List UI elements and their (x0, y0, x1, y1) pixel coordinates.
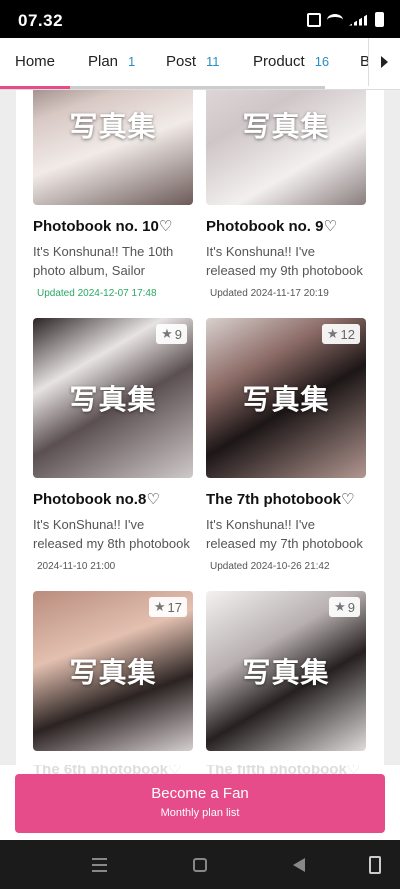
product-grid: 写真集 Photobook no. 10♡ It's Konshuna!! Th… (16, 90, 384, 765)
product-thumbnail[interactable]: 写真集 ★ 9 (33, 318, 193, 478)
cta-main-label: Become a Fan (151, 785, 249, 802)
product-description: It's KonShuna!! I've released my 8th pho… (33, 517, 190, 551)
like-count: 17 (167, 599, 182, 615)
product-card[interactable]: 写真集 ★ 9 (206, 591, 366, 751)
tab-post[interactable]: Post 11 (166, 38, 220, 86)
thumbnail-label: 写真集 (69, 110, 157, 143)
like-count: 9 (174, 326, 182, 342)
product-date: Updated 2024-10-26 21:42 (210, 561, 330, 572)
active-tab-indicator (0, 86, 70, 89)
become-a-fan-button[interactable]: Become a Fan Monthly plan list (15, 774, 385, 833)
tab-label: Product (253, 53, 305, 70)
home-icon (193, 858, 207, 872)
product-title[interactable]: Photobook no. 9♡ (206, 217, 366, 235)
tab-count: 1 (128, 54, 136, 69)
tab-label: Home (14, 53, 55, 70)
product-thumbnail[interactable]: 写真集 (206, 90, 366, 205)
cta-area: The 6th photobook♡ The fifth photobook♡ … (0, 765, 400, 840)
cta-sub-label: Monthly plan list (160, 807, 240, 819)
like-count: 12 (340, 326, 355, 342)
product-thumbnail[interactable]: 写真集 ★ 9 (206, 591, 366, 751)
tab-count: 11 (206, 54, 220, 69)
tab-bar: Home Plan 1 Post 11 Product 16 B (0, 38, 400, 90)
star-icon: ★ (326, 326, 339, 341)
like-badge: ★ 12 (321, 324, 360, 344)
thumbnail-label: 写真集 (242, 656, 330, 689)
product-description: It's Konshuna!! The 10th photo album, Sa… (33, 244, 174, 278)
product-thumbnail[interactable]: 写真集 ★ 17 (33, 591, 193, 751)
tab-label: Plan (88, 53, 119, 70)
rotate-button[interactable] (364, 854, 386, 876)
tab-scroll-right-button[interactable] (368, 38, 400, 86)
tab-plan[interactable]: Plan 1 (88, 38, 135, 86)
tab-count: 16 (314, 54, 330, 69)
tab-product[interactable]: Product 16 (253, 38, 329, 86)
star-icon: ★ (161, 326, 173, 341)
star-icon: ★ (334, 599, 346, 614)
thumbnail-label: 写真集 (242, 383, 330, 416)
product-title[interactable]: Photobook no. 10♡ (33, 217, 193, 235)
product-description: It's Konshuna!! I've released my 9th pho… (206, 244, 363, 278)
like-badge: ★ 17 (148, 597, 187, 617)
product-title[interactable]: Photobook no.8♡ (33, 490, 193, 508)
wifi-icon (327, 13, 343, 26)
product-card[interactable]: 写真集 ★ 9 Photobook no.8♡ It's KonShuna!! I… (33, 318, 193, 572)
back-button[interactable] (288, 854, 310, 876)
product-thumbnail[interactable]: 写真集 ★ 12 (206, 318, 366, 478)
thumbnail-label: 写真集 (69, 383, 157, 416)
product-date: Updated 2024-12-07 17:48 (37, 288, 157, 299)
product-description: It's Konshuna!! I've released my 7th pho… (206, 517, 363, 551)
status-time: 07.32 (18, 11, 64, 30)
product-thumbnail[interactable]: 写真集 (33, 90, 193, 205)
tab-label: Post (166, 53, 197, 70)
product-date: 2024-11-10 21:00 (37, 561, 116, 572)
back-icon (293, 858, 305, 872)
system-nav-bar (0, 840, 400, 889)
home-button[interactable] (189, 854, 211, 876)
like-badge: ★ 9 (329, 597, 360, 617)
tab-home[interactable]: Home (0, 38, 70, 86)
tab-scroll-track[interactable] (70, 86, 325, 89)
product-card[interactable]: 写真集 ★ 12 The 7th photobook♡ It's Konshuna… (206, 318, 366, 572)
product-card[interactable]: 写真集 Photobook no. 10♡ It's Konshuna!! Th… (33, 90, 193, 299)
like-badge: ★ 9 (156, 324, 187, 344)
product-card[interactable]: 写真集 ★ 17 (33, 591, 193, 751)
like-count: 9 (347, 599, 355, 615)
product-date: Updated 2024-11-17 20:19 (210, 288, 329, 299)
thumbnail-label: 写真集 (242, 110, 330, 143)
thumbnail-label: 写真集 (69, 656, 157, 689)
rotate-icon (369, 856, 381, 874)
status-bar: 07.32 (0, 0, 400, 38)
status-icons (307, 12, 384, 27)
battery-icon (375, 12, 384, 27)
product-card[interactable]: 写真集 Photobook no. 9♡ It's Konshuna!! I'v… (206, 90, 366, 299)
star-icon: ★ (153, 599, 166, 614)
signal-icon (349, 13, 369, 26)
product-title[interactable]: The 7th photobook♡ (206, 490, 366, 508)
recent-apps-icon[interactable] (88, 854, 110, 876)
vibrate-icon (307, 12, 321, 27)
chevron-right-icon (381, 56, 388, 68)
